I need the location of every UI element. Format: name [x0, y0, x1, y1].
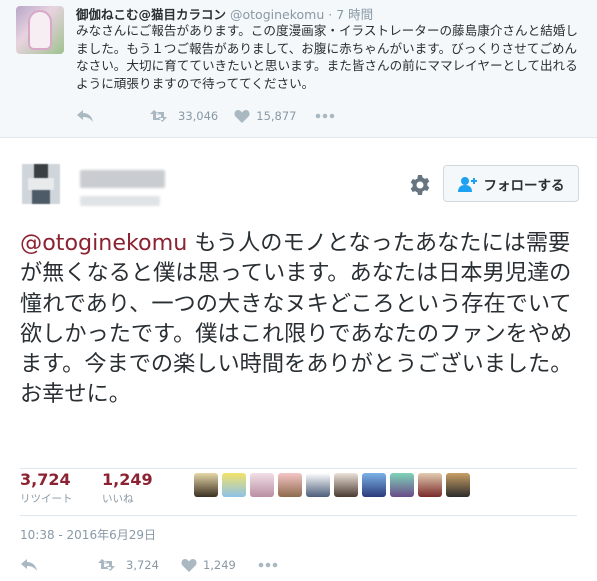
- liker-avatar[interactable]: [362, 473, 386, 497]
- mention-link[interactable]: @otoginekomu: [20, 230, 187, 256]
- follow-label: フォローする: [483, 177, 565, 194]
- liker-avatar[interactable]: [250, 473, 274, 497]
- tweet-body: もう人のモノとなったあなたには需要が無くなると僕は思っています。あなたは日本男児…: [20, 230, 573, 408]
- quoted-retweet-button[interactable]: 33,046: [150, 109, 218, 123]
- divider: [20, 468, 577, 469]
- tweet-stats: 3,724 リツイート 1,249 いいね: [20, 470, 580, 512]
- like-count: 1,249: [202, 558, 236, 572]
- more-icon: [315, 113, 334, 119]
- quoted-like-button[interactable]: 15,877: [234, 109, 297, 123]
- quoted-actions: 33,046 15,877: [76, 106, 335, 126]
- main-actions: 3,724 1,249: [20, 555, 278, 575]
- liker-avatar[interactable]: [390, 473, 414, 497]
- like-stat[interactable]: 1,249 いいね: [102, 470, 153, 506]
- more-icon: [258, 562, 278, 568]
- liker-avatar[interactable]: [306, 473, 330, 497]
- retweet-stat-label: リツイート: [20, 493, 73, 505]
- like-button[interactable]: 1,249: [181, 558, 236, 572]
- main-tweet-text: @otoginekomu もう人のモノとなったあなたには需要が無くなると僕は思っ…: [20, 228, 585, 410]
- gear-icon[interactable]: [408, 173, 432, 197]
- follow-button[interactable]: フォローする: [443, 165, 579, 202]
- quoted-display-name[interactable]: 御伽ねこむ@猫目カラコン: [76, 7, 226, 22]
- liker-avatar[interactable]: [278, 473, 302, 497]
- liker-avatar[interactable]: [418, 473, 442, 497]
- reply-button[interactable]: [20, 558, 38, 572]
- quoted-tweet-text: みなさんにご報告があります。この度漫画家・イラストレーターの藤島康介さんと結婚し…: [76, 23, 578, 91]
- quoted-tweet[interactable]: 御伽ねこむ@猫目カラコン @otoginekomu · 7 時間 みなさんにご報…: [0, 0, 597, 138]
- add-user-icon: [457, 176, 477, 192]
- quoted-header: 御伽ねこむ@猫目カラコン @otoginekomu · 7 時間: [76, 4, 373, 23]
- liker-avatar[interactable]: [222, 473, 246, 497]
- author-handle-blurred[interactable]: [80, 196, 160, 206]
- liker-avatar[interactable]: [334, 473, 358, 497]
- quoted-more-button[interactable]: [315, 113, 335, 119]
- retweet-button[interactable]: 3,724: [98, 558, 159, 572]
- quoted-handle[interactable]: @otoginekomu: [230, 7, 324, 22]
- quoted-time[interactable]: · 7 時間: [328, 7, 373, 22]
- liker-avatar[interactable]: [446, 473, 470, 497]
- reply-icon: [21, 559, 37, 571]
- reply-icon: [77, 110, 93, 122]
- heart-icon: [234, 110, 250, 123]
- retweet-stat[interactable]: 3,724 リツイート: [20, 470, 73, 506]
- divider: [20, 515, 577, 516]
- quoted-avatar[interactable]: [16, 6, 64, 54]
- liker-avatar[interactable]: [194, 473, 218, 497]
- retweet-stat-count: 3,724: [20, 470, 71, 489]
- retweet-icon: [98, 559, 115, 571]
- likers-avatars: [194, 473, 470, 497]
- tweet-timestamp[interactable]: 10:38 - 2016年6月29日: [20, 526, 156, 543]
- quoted-retweet-count: 33,046: [178, 109, 219, 123]
- more-button[interactable]: [258, 562, 278, 568]
- quoted-like-count: 15,877: [256, 109, 297, 123]
- like-stat-count: 1,249: [102, 470, 153, 489]
- quoted-reply-button[interactable]: [76, 109, 94, 123]
- retweet-count: 3,724: [126, 558, 159, 572]
- author-avatar[interactable]: [22, 164, 60, 204]
- heart-icon: [181, 559, 197, 572]
- author-display-name-blurred[interactable]: [80, 170, 165, 188]
- like-stat-label: いいね: [102, 493, 134, 505]
- retweet-icon: [150, 110, 167, 122]
